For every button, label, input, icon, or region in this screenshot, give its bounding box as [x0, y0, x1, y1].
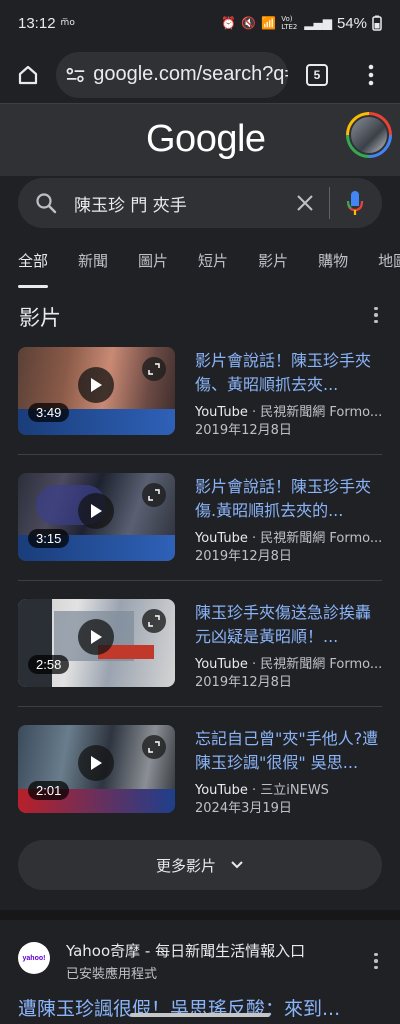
- video-source: YouTube · 民視新聞網 Formo...: [195, 653, 385, 672]
- video-result[interactable]: 2:01 忘記自己曾"夾"手他人?遭陳玉珍諷"很假" 吳思... YouTube…: [18, 725, 382, 817]
- site-settings-icon[interactable]: [66, 66, 85, 84]
- video-source: YouTube · 民視新聞網 Formo...: [195, 527, 385, 546]
- video-title[interactable]: 影片會說話！陳玉珍手夾傷、黃昭順抓去夾...: [195, 349, 385, 397]
- video-site: YouTube: [195, 531, 248, 546]
- search-icon: [36, 193, 57, 214]
- video-duration: 2:58: [28, 655, 70, 674]
- chevron-down-icon: [231, 861, 243, 869]
- mute-icon: 🔇: [241, 16, 257, 30]
- search-tabs: 全部 新聞 圖片 短片 影片 購物 地圖: [18, 250, 400, 288]
- video-title[interactable]: 影片會說話！陳玉珍手夾傷.黃昭順抓去夾的...: [195, 475, 385, 523]
- video-site: YouTube: [195, 657, 248, 672]
- video-thumbnail[interactable]: 3:15: [18, 473, 175, 561]
- video-thumbnail[interactable]: 2:58: [18, 599, 175, 687]
- browser-menu-button[interactable]: [346, 47, 396, 103]
- more-videos-button[interactable]: 更多影片: [18, 840, 382, 890]
- tab-images[interactable]: 圖片: [138, 250, 168, 280]
- video-date: 2019年12月8日: [195, 423, 292, 438]
- video-result[interactable]: 2:58 陳玉珍手夾傷送急診挨轟元凶疑是黃昭順！... YouTube · 民視…: [18, 599, 382, 691]
- home-button[interactable]: [0, 47, 56, 103]
- divider: [18, 454, 382, 455]
- battery-level: 54%: [336, 14, 367, 32]
- clear-icon[interactable]: [295, 193, 315, 213]
- video-title[interactable]: 忘記自己曾"夾"手他人?遭陳玉珍諷"很假" 吳思...: [195, 727, 385, 775]
- tab-switcher-button[interactable]: 5: [288, 47, 346, 103]
- expand-icon[interactable]: [142, 735, 166, 759]
- video-result[interactable]: 3:15 影片會說話！陳玉珍手夾傷.黃昭順抓去夾的... YouTube · 民…: [18, 473, 382, 565]
- more-vert-icon: [368, 64, 374, 85]
- result-title[interactable]: 遭陳玉珍諷很假！吳思瑤反酸：來到...: [18, 994, 388, 1024]
- status-tag: m̅o: [60, 17, 75, 28]
- google-logo[interactable]: Google: [146, 118, 266, 161]
- play-icon: [78, 493, 114, 529]
- video-duration: 3:49: [28, 403, 70, 422]
- home-icon: [18, 65, 38, 84]
- tab-all[interactable]: 全部: [18, 250, 49, 288]
- video-duration: 3:15: [28, 529, 70, 548]
- expand-icon[interactable]: [142, 357, 166, 381]
- tab-news[interactable]: 新聞: [78, 250, 108, 280]
- videos-section-title: 影片: [19, 306, 61, 330]
- search-query[interactable]: 陳玉珍 門 夾手: [74, 191, 295, 216]
- video-date: 2019年12月8日: [195, 549, 292, 564]
- alarm-icon: ⏰: [221, 16, 237, 30]
- videos-section-menu[interactable]: [366, 304, 386, 326]
- result-menu[interactable]: [366, 950, 386, 972]
- video-duration: 2:01: [28, 781, 70, 800]
- mic-icon[interactable]: [346, 190, 364, 216]
- video-site: YouTube: [195, 783, 248, 798]
- signal-icon: ▂▄▆: [304, 16, 332, 30]
- video-thumbnail[interactable]: 2:01: [18, 725, 175, 813]
- divider: [18, 580, 382, 581]
- tab-short-videos[interactable]: 短片: [198, 250, 228, 280]
- tab-videos[interactable]: 影片: [258, 250, 288, 280]
- video-thumbnail[interactable]: 3:49: [18, 347, 175, 435]
- video-date: 2024年3月19日: [195, 801, 292, 816]
- more-videos-label: 更多影片: [155, 856, 216, 875]
- gesture-nav-bar[interactable]: [130, 1013, 270, 1017]
- address-bar[interactable]: google.com/search?q=: [56, 51, 288, 98]
- url-text: google.com/search?q=: [93, 63, 288, 85]
- result-site-name[interactable]: Yahoo奇摩 - 每日新聞生活情報入口: [66, 940, 305, 961]
- tab-count: 5: [306, 63, 328, 86]
- wifi-call-icon: 📶: [261, 16, 277, 30]
- status-time: 13:12: [18, 14, 56, 32]
- browser-toolbar: google.com/search?q= 5: [0, 46, 400, 104]
- video-channel: · 民視新聞網 Formo...: [247, 657, 383, 672]
- network-label: Vo) LTE2: [281, 15, 298, 31]
- tab-shopping[interactable]: 購物: [318, 250, 348, 280]
- video-channel: · 民視新聞網 Formo...: [247, 531, 383, 546]
- yahoo-logo-text: yahoo!: [22, 954, 46, 962]
- section-separator: [0, 910, 400, 920]
- status-bar: 13:12 m̅o ⏰ 🔇 📶 Vo) LTE2 ▂▄▆ 54%: [0, 0, 400, 46]
- play-icon: [78, 619, 114, 655]
- video-source: YouTube · 民視新聞網 Formo...: [195, 401, 385, 420]
- search-box[interactable]: 陳玉珍 門 夾手: [18, 178, 382, 228]
- divider: [18, 706, 382, 707]
- video-site: YouTube: [195, 405, 248, 420]
- play-icon: [78, 745, 114, 781]
- account-avatar[interactable]: [346, 112, 392, 158]
- video-title[interactable]: 陳玉珍手夾傷送急診挨轟元凶疑是黃昭順！...: [195, 601, 385, 649]
- video-date: 2019年12月8日: [195, 675, 292, 690]
- video-channel: · 三立iNEWS: [247, 783, 329, 798]
- tab-maps[interactable]: 地圖: [378, 250, 400, 280]
- video-channel: · 民視新聞網 Formo...: [247, 405, 383, 420]
- google-header: Google: [0, 104, 400, 176]
- search-divider: [329, 187, 330, 219]
- play-icon: [78, 367, 114, 403]
- expand-icon[interactable]: [142, 483, 166, 507]
- result-site-sub: 已安裝應用程式: [66, 967, 158, 982]
- battery-icon: [372, 15, 382, 31]
- status-icons: ⏰ 🔇 📶 Vo) LTE2 ▂▄▆ 54%: [221, 15, 382, 32]
- avatar-image: [349, 115, 389, 155]
- expand-icon[interactable]: [142, 609, 166, 633]
- video-source: YouTube · 三立iNEWS: [195, 779, 385, 798]
- video-result[interactable]: 3:49 影片會說話！陳玉珍手夾傷、黃昭順抓去夾... YouTube · 民視…: [18, 347, 382, 439]
- yahoo-logo: yahoo!: [18, 942, 50, 974]
